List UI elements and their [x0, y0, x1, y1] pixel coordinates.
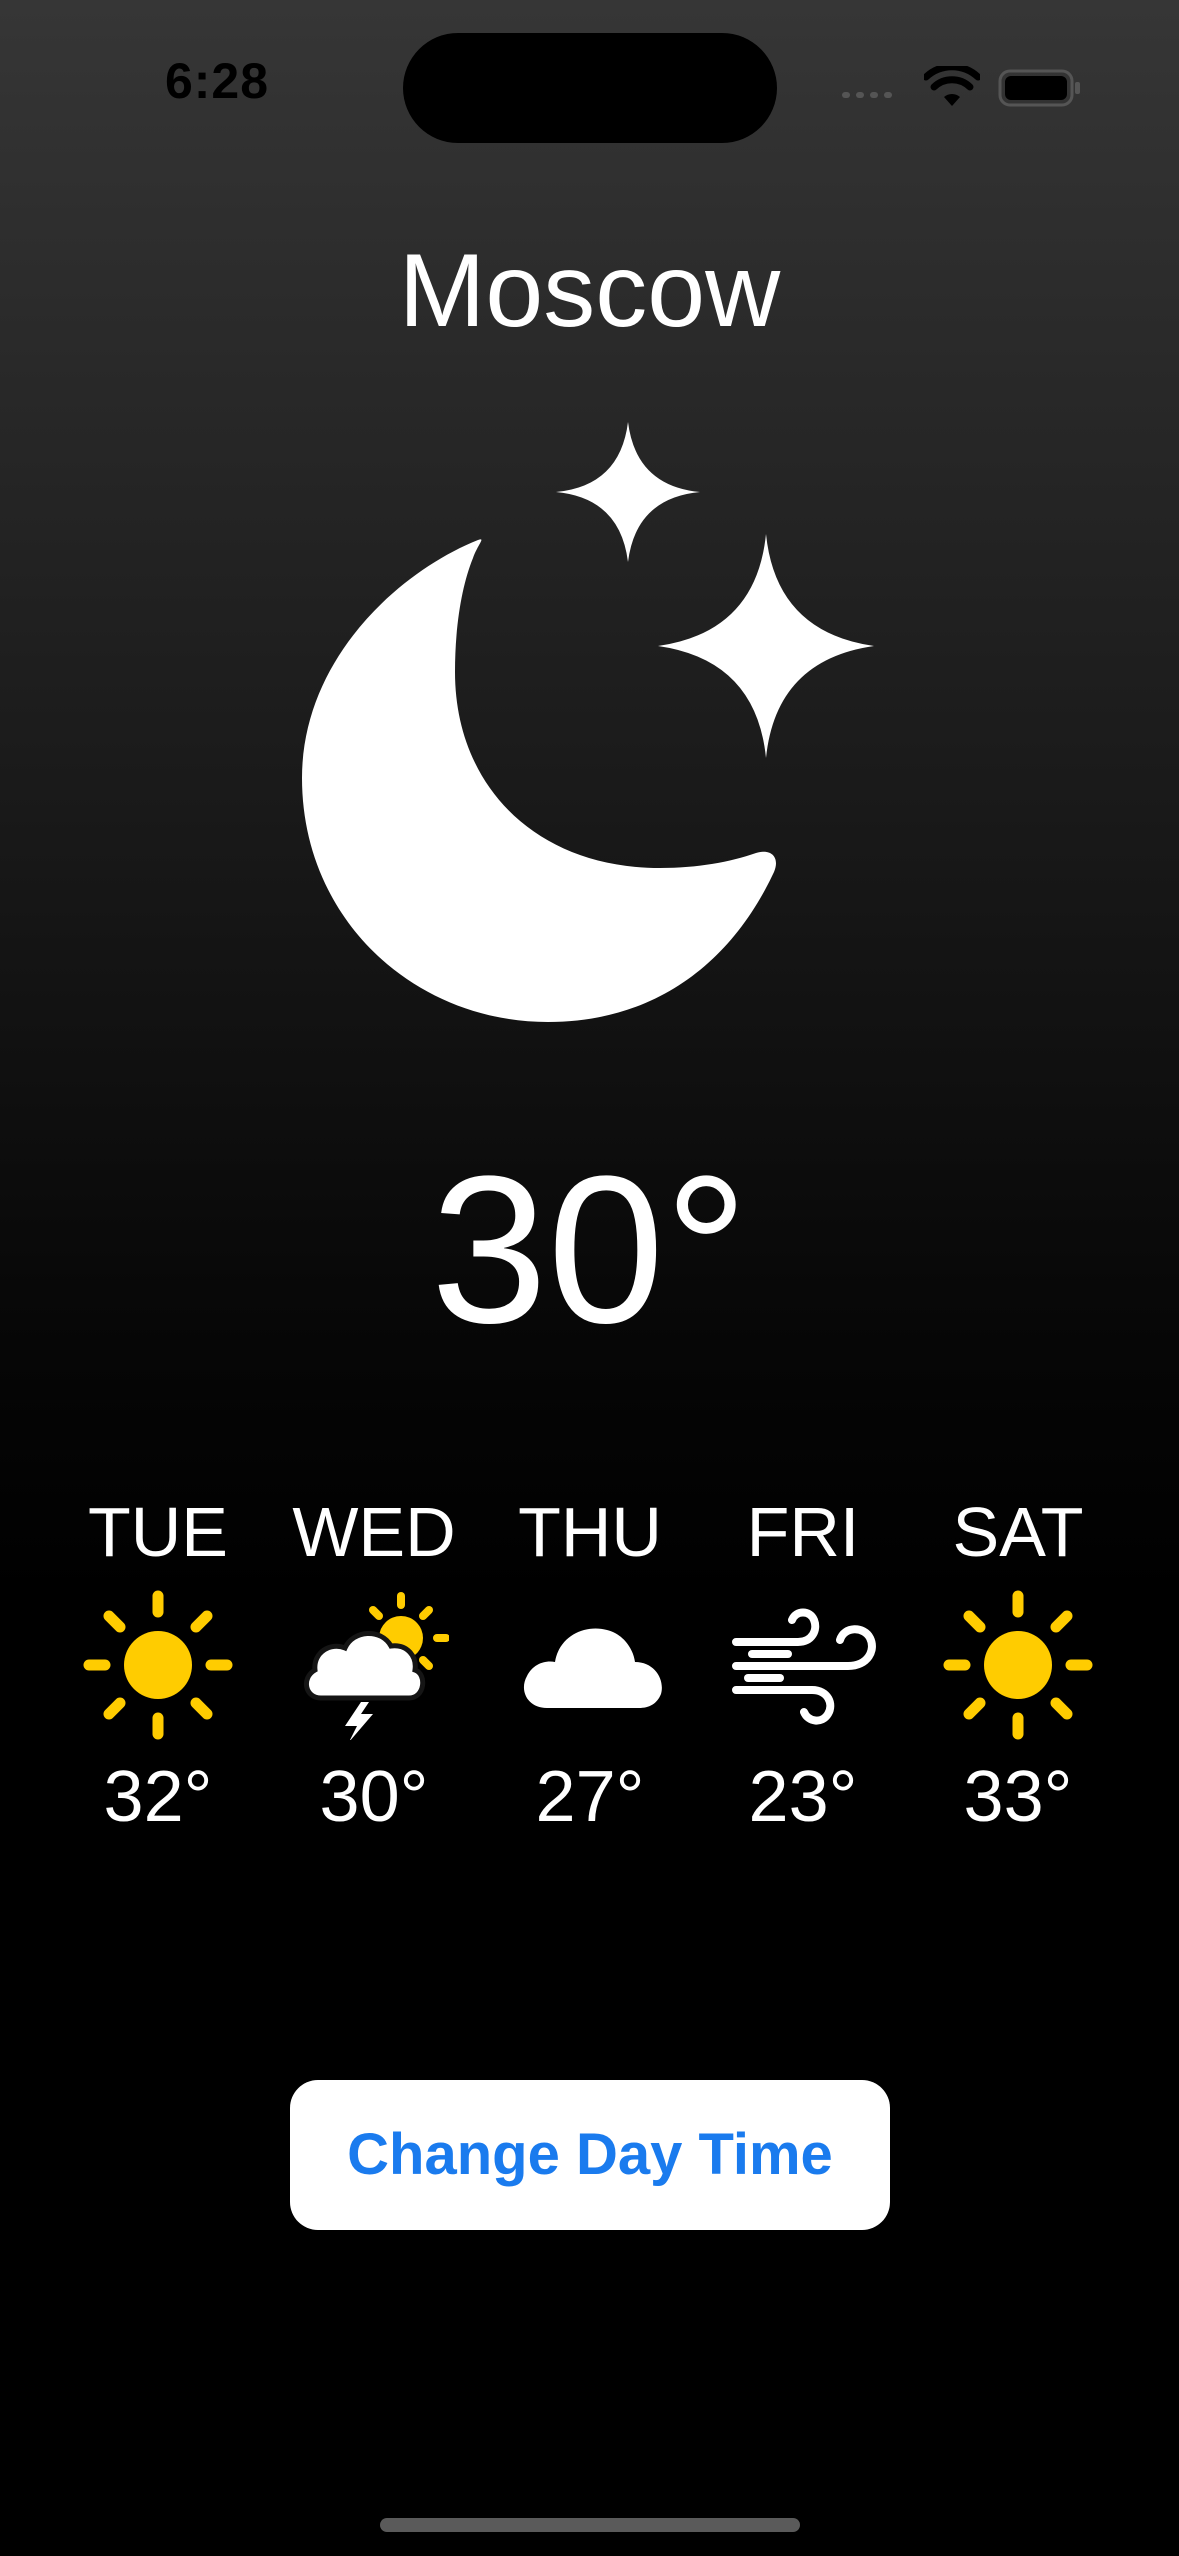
sun-icon	[83, 1590, 233, 1740]
forecast-day-tue: TUE 32°	[58, 1490, 258, 1870]
forecast-day-label: FRI	[746, 1493, 860, 1571]
forecast-day-fri: FRI 23°	[703, 1490, 903, 1870]
forecast-day-sat: SAT 33°	[918, 1490, 1118, 1870]
forecast-day-temperature: 33°	[963, 1757, 1073, 1837]
moon-stars-icon	[302, 422, 874, 1022]
change-day-time-button[interactable]: Change Day Time	[290, 2080, 890, 2230]
forecast-day-temperature: 30°	[319, 1757, 429, 1837]
status-icons	[840, 62, 1090, 112]
forecast-day-thu: THU 27°	[490, 1490, 690, 1870]
forecast-day-label: WED	[292, 1493, 456, 1571]
forecast-day-wed: WED 30°	[274, 1490, 474, 1870]
sun-icon	[943, 1590, 1093, 1740]
weather-screen: 6:28 Moscow 30° TUE 32° WED 30° THU 27° …	[0, 0, 1179, 2556]
forecast-day-temperature: 32°	[103, 1757, 213, 1837]
cloud-icon	[523, 1628, 662, 1708]
forecast-row: TUE 32° WED 30° THU 27° FRI 23° SAT 33°	[58, 1490, 1118, 1870]
forecast-day-temperature: 23°	[748, 1757, 858, 1837]
home-indicator[interactable]	[380, 2518, 800, 2532]
forecast-day-label: THU	[518, 1493, 662, 1571]
cellular-signal-icon	[842, 92, 892, 98]
forecast-day-label: TUE	[88, 1493, 228, 1571]
dynamic-island	[403, 33, 777, 143]
forecast-day-temperature: 27°	[535, 1757, 645, 1837]
forecast-day-label: SAT	[952, 1493, 1084, 1571]
current-temperature: 30°	[430, 1132, 749, 1367]
city-name: Moscow	[398, 233, 781, 349]
wind-icon	[732, 1608, 876, 1725]
battery-icon	[998, 69, 1080, 107]
thunderstorm-sun-icon	[304, 1592, 449, 1740]
status-time: 6:28	[164, 53, 270, 109]
wifi-icon	[924, 66, 980, 106]
